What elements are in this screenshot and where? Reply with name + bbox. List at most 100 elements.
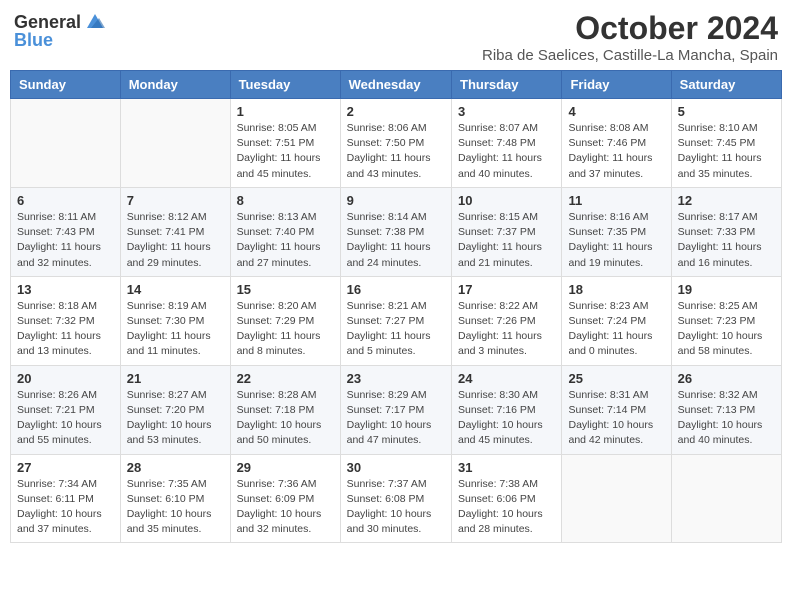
day-number: 17 <box>458 282 555 297</box>
day-info: Sunrise: 8:22 AM Sunset: 7:26 PM Dayligh… <box>458 299 555 360</box>
calendar-cell: 19 Sunrise: 8:25 AM Sunset: 7:23 PM Dayli… <box>671 276 781 365</box>
day-info: Sunrise: 8:26 AM Sunset: 7:21 PM Dayligh… <box>17 388 114 449</box>
calendar-day-header: Tuesday <box>230 71 340 99</box>
calendar-cell: 22 Sunrise: 8:28 AM Sunset: 7:18 PM Dayli… <box>230 365 340 454</box>
title-section: October 2024 Riba de Saelices, Castille-… <box>482 10 778 64</box>
calendar-cell: 8 Sunrise: 8:13 AM Sunset: 7:40 PM Daylig… <box>230 187 340 276</box>
day-info: Sunrise: 8:31 AM Sunset: 7:14 PM Dayligh… <box>568 388 664 449</box>
day-number: 9 <box>347 193 445 208</box>
day-number: 27 <box>17 460 114 475</box>
calendar-cell: 9 Sunrise: 8:14 AM Sunset: 7:38 PM Daylig… <box>340 187 451 276</box>
day-info: Sunrise: 8:07 AM Sunset: 7:48 PM Dayligh… <box>458 121 555 182</box>
day-info: Sunrise: 8:15 AM Sunset: 7:37 PM Dayligh… <box>458 210 555 271</box>
day-info: Sunrise: 8:27 AM Sunset: 7:20 PM Dayligh… <box>127 388 224 449</box>
calendar-cell: 31 Sunrise: 7:38 AM Sunset: 6:06 PM Dayli… <box>452 454 562 543</box>
day-info: Sunrise: 8:13 AM Sunset: 7:40 PM Dayligh… <box>237 210 334 271</box>
day-info: Sunrise: 8:30 AM Sunset: 7:16 PM Dayligh… <box>458 388 555 449</box>
logo-text-blue: Blue <box>14 30 53 51</box>
day-number: 12 <box>678 193 775 208</box>
calendar-day-header: Saturday <box>671 71 781 99</box>
day-info: Sunrise: 8:20 AM Sunset: 7:29 PM Dayligh… <box>237 299 334 360</box>
day-info: Sunrise: 7:38 AM Sunset: 6:06 PM Dayligh… <box>458 477 555 538</box>
day-info: Sunrise: 8:21 AM Sunset: 7:27 PM Dayligh… <box>347 299 445 360</box>
day-info: Sunrise: 8:23 AM Sunset: 7:24 PM Dayligh… <box>568 299 664 360</box>
day-number: 19 <box>678 282 775 297</box>
day-info: Sunrise: 8:10 AM Sunset: 7:45 PM Dayligh… <box>678 121 775 182</box>
day-number: 24 <box>458 371 555 386</box>
calendar-week-row: 1Sunrise: 8:05 AM Sunset: 7:51 PM Daylig… <box>11 99 782 188</box>
calendar-cell: 5 Sunrise: 8:10 AM Sunset: 7:45 PM Daylig… <box>671 99 781 188</box>
calendar-week-row: 27 Sunrise: 7:34 AM Sunset: 6:11 PM Dayli… <box>11 454 782 543</box>
calendar-cell <box>120 99 230 188</box>
day-info: Sunrise: 8:25 AM Sunset: 7:23 PM Dayligh… <box>678 299 775 360</box>
day-info: Sunrise: 7:34 AM Sunset: 6:11 PM Dayligh… <box>17 477 114 538</box>
day-info: Sunrise: 8:14 AM Sunset: 7:38 PM Dayligh… <box>347 210 445 271</box>
calendar-table: SundayMondayTuesdayWednesdayThursdayFrid… <box>10 70 782 543</box>
page-header: General Blue October 2024 Riba de Saelic… <box>10 10 782 64</box>
calendar-cell: 4 Sunrise: 8:08 AM Sunset: 7:46 PM Daylig… <box>562 99 671 188</box>
location-title: Riba de Saelices, Castille-La Mancha, Sp… <box>482 47 778 64</box>
day-info: Sunrise: 8:12 AM Sunset: 7:41 PM Dayligh… <box>127 210 224 271</box>
calendar-day-header: Thursday <box>452 71 562 99</box>
day-number: 8 <box>237 193 334 208</box>
day-number: 23 <box>347 371 445 386</box>
day-number: 31 <box>458 460 555 475</box>
month-title: October 2024 <box>482 10 778 47</box>
day-number: 20 <box>17 371 114 386</box>
calendar-cell: 16 Sunrise: 8:21 AM Sunset: 7:27 PM Dayli… <box>340 276 451 365</box>
calendar-cell <box>562 454 671 543</box>
day-number: 5 <box>678 104 775 119</box>
calendar-week-row: 13Sunrise: 8:18 AM Sunset: 7:32 PM Dayli… <box>11 276 782 365</box>
calendar-cell <box>11 99 121 188</box>
day-number: 13 <box>17 282 114 297</box>
calendar-cell <box>671 454 781 543</box>
calendar-cell: 13Sunrise: 8:18 AM Sunset: 7:32 PM Dayli… <box>11 276 121 365</box>
calendar-cell: 2 Sunrise: 8:06 AM Sunset: 7:50 PM Daylig… <box>340 99 451 188</box>
calendar-cell: 26Sunrise: 8:32 AM Sunset: 7:13 PM Dayli… <box>671 365 781 454</box>
day-number: 28 <box>127 460 224 475</box>
day-number: 10 <box>458 193 555 208</box>
day-number: 4 <box>568 104 664 119</box>
calendar-day-header: Wednesday <box>340 71 451 99</box>
calendar-cell: 17 Sunrise: 8:22 AM Sunset: 7:26 PM Dayli… <box>452 276 562 365</box>
day-number: 2 <box>347 104 445 119</box>
day-info: Sunrise: 8:28 AM Sunset: 7:18 PM Dayligh… <box>237 388 334 449</box>
day-info: Sunrise: 8:17 AM Sunset: 7:33 PM Dayligh… <box>678 210 775 271</box>
calendar-cell: 30 Sunrise: 7:37 AM Sunset: 6:08 PM Dayli… <box>340 454 451 543</box>
logo: General Blue <box>14 10 107 51</box>
day-number: 16 <box>347 282 445 297</box>
day-number: 25 <box>568 371 664 386</box>
calendar-cell: 10 Sunrise: 8:15 AM Sunset: 7:37 PM Dayli… <box>452 187 562 276</box>
day-info: Sunrise: 7:36 AM Sunset: 6:09 PM Dayligh… <box>237 477 334 538</box>
day-info: Sunrise: 8:19 AM Sunset: 7:30 PM Dayligh… <box>127 299 224 360</box>
calendar-cell: 28 Sunrise: 7:35 AM Sunset: 6:10 PM Dayli… <box>120 454 230 543</box>
calendar-cell: 27 Sunrise: 7:34 AM Sunset: 6:11 PM Dayli… <box>11 454 121 543</box>
day-info: Sunrise: 7:37 AM Sunset: 6:08 PM Dayligh… <box>347 477 445 538</box>
calendar-cell: 7 Sunrise: 8:12 AM Sunset: 7:41 PM Daylig… <box>120 187 230 276</box>
day-info: Sunrise: 8:06 AM Sunset: 7:50 PM Dayligh… <box>347 121 445 182</box>
calendar-day-header: Friday <box>562 71 671 99</box>
calendar-cell: 14Sunrise: 8:19 AM Sunset: 7:30 PM Dayli… <box>120 276 230 365</box>
day-number: 7 <box>127 193 224 208</box>
calendar-cell: 15 Sunrise: 8:20 AM Sunset: 7:29 PM Dayli… <box>230 276 340 365</box>
calendar-cell: 24 Sunrise: 8:30 AM Sunset: 7:16 PM Dayli… <box>452 365 562 454</box>
calendar-cell: 23Sunrise: 8:29 AM Sunset: 7:17 PM Dayli… <box>340 365 451 454</box>
day-info: Sunrise: 8:08 AM Sunset: 7:46 PM Dayligh… <box>568 121 664 182</box>
day-number: 15 <box>237 282 334 297</box>
calendar-cell: 20 Sunrise: 8:26 AM Sunset: 7:21 PM Dayli… <box>11 365 121 454</box>
day-info: Sunrise: 7:35 AM Sunset: 6:10 PM Dayligh… <box>127 477 224 538</box>
calendar-cell: 11Sunrise: 8:16 AM Sunset: 7:35 PM Dayli… <box>562 187 671 276</box>
day-info: Sunrise: 8:11 AM Sunset: 7:43 PM Dayligh… <box>17 210 114 271</box>
calendar-day-header: Sunday <box>11 71 121 99</box>
day-number: 22 <box>237 371 334 386</box>
logo-icon <box>83 10 107 34</box>
day-number: 30 <box>347 460 445 475</box>
calendar-cell: 29 Sunrise: 7:36 AM Sunset: 6:09 PM Dayli… <box>230 454 340 543</box>
day-info: Sunrise: 8:05 AM Sunset: 7:51 PM Dayligh… <box>237 121 334 182</box>
day-number: 29 <box>237 460 334 475</box>
calendar-cell: 12 Sunrise: 8:17 AM Sunset: 7:33 PM Dayli… <box>671 187 781 276</box>
day-number: 11 <box>568 193 664 208</box>
calendar-cell: 18Sunrise: 8:23 AM Sunset: 7:24 PM Dayli… <box>562 276 671 365</box>
calendar-week-row: 20 Sunrise: 8:26 AM Sunset: 7:21 PM Dayli… <box>11 365 782 454</box>
day-number: 21 <box>127 371 224 386</box>
